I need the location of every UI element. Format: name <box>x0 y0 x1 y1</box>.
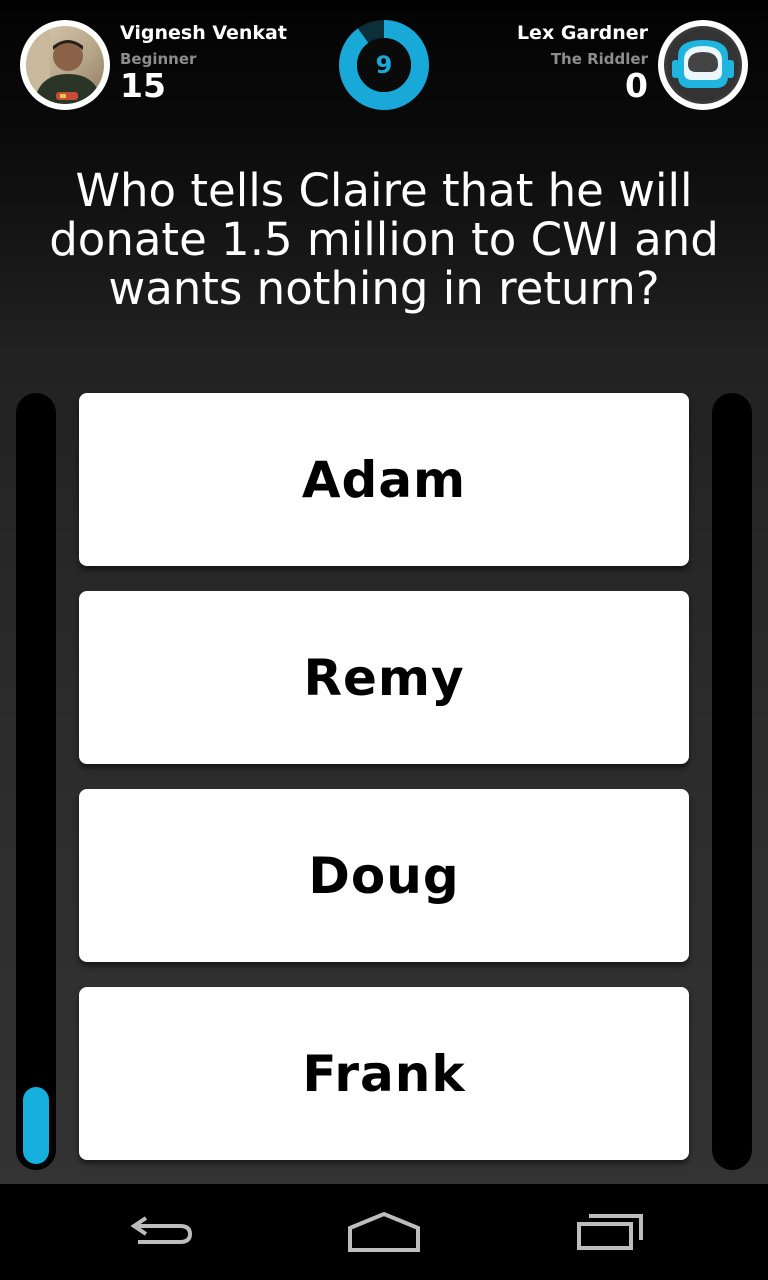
recent-apps-button[interactable] <box>550 1196 670 1268</box>
answer-button-4[interactable]: Frank <box>79 987 689 1160</box>
riddler-mask-icon <box>664 26 742 104</box>
answer-button-2[interactable]: Remy <box>79 591 689 764</box>
system-navigation-bar <box>0 1184 768 1280</box>
player-left-name: Vignesh Venkat <box>120 22 287 44</box>
recent-apps-icon <box>577 1214 643 1250</box>
question-text: Who tells Claire that he will donate 1.5… <box>49 164 719 315</box>
back-icon <box>130 1216 193 1244</box>
timer-value: 9 <box>375 51 393 79</box>
player-right-score: 0 <box>625 66 648 105</box>
player-left-progress-fill <box>23 1087 49 1164</box>
back-button[interactable] <box>100 1196 220 1268</box>
countdown-timer: 9 <box>339 20 429 110</box>
player-left-progress-track <box>16 393 56 1170</box>
player-left-avatar[interactable] <box>20 20 110 110</box>
player-photo <box>26 26 104 104</box>
player-right-progress-track <box>712 393 752 1170</box>
answer-button-1[interactable]: Adam <box>79 393 689 566</box>
person-photo-icon <box>26 26 102 104</box>
answer-button-3[interactable]: Doug <box>79 789 689 962</box>
player-right-name: Lex Gardner <box>516 22 648 44</box>
player-left-score: 15 <box>120 66 166 105</box>
home-button[interactable] <box>324 1196 444 1268</box>
home-icon <box>348 1211 420 1252</box>
player-right-avatar[interactable] <box>658 20 748 110</box>
